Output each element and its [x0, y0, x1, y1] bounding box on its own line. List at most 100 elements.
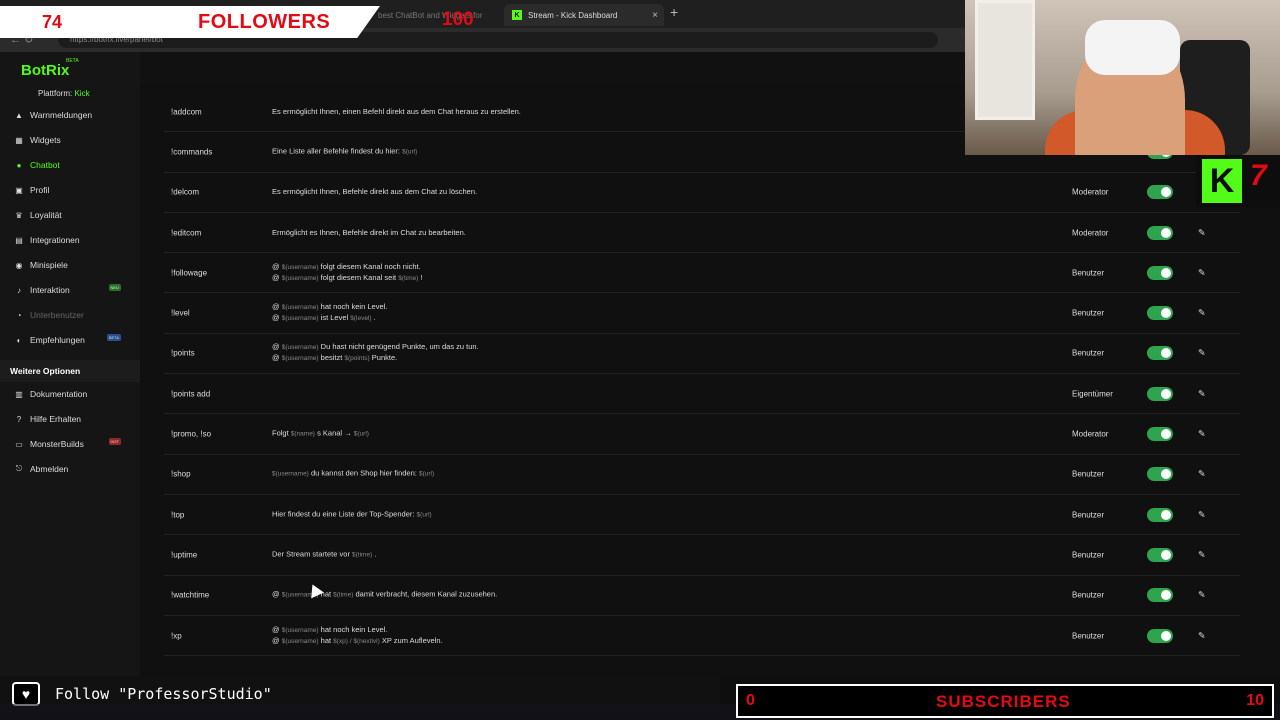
- permission-label[interactable]: Benutzer: [1072, 550, 1104, 559]
- response-text: hat noch kein Level.: [318, 624, 388, 634]
- command-enabled-toggle[interactable]: [1147, 467, 1173, 482]
- subscribers-label: SUBSCRIBERS: [936, 692, 1071, 711]
- response-text: du kannst den Shop hier finden:: [308, 468, 419, 478]
- permission-label[interactable]: Benutzer: [1072, 510, 1104, 519]
- sidebar-item-loyalit-t[interactable]: ♛ Loyalität: [14, 206, 129, 224]
- tab-title: Stream - Kick Dashboard: [528, 10, 618, 20]
- monitor-icon: ▭: [15, 439, 23, 449]
- command-enabled-toggle[interactable]: [1147, 185, 1173, 200]
- command-enabled-toggle[interactable]: [1147, 588, 1173, 603]
- sidebar-item-unterbenutzer[interactable]: ◔ Unterbenutzer: [14, 306, 129, 324]
- command-name: !delcom: [171, 187, 200, 197]
- command-enabled-toggle[interactable]: [1147, 547, 1173, 562]
- kick-overlay-number: 7: [1250, 159, 1267, 192]
- permission-label[interactable]: Benutzer: [1072, 631, 1104, 640]
- command-enabled-toggle[interactable]: [1147, 265, 1173, 280]
- command-response: $(username) du kannst den Shop hier find…: [272, 469, 434, 480]
- followers-goal: 100: [442, 9, 474, 30]
- response-line: Eine Liste aller Befehle findest du hier…: [272, 146, 417, 157]
- sidebar: BotRix BETA Plattform: Kick ▲ Warnmeldung…: [0, 52, 140, 676]
- permission-label[interactable]: Moderator: [1072, 430, 1108, 439]
- sidebar-item-label: Hilfe Erhalten: [30, 414, 82, 424]
- permission-label[interactable]: Moderator: [1072, 188, 1108, 197]
- sidebar-item-chatbot[interactable]: ● Chatbot: [14, 156, 129, 174]
- permission-label[interactable]: Eigentümer: [1072, 389, 1113, 398]
- sidebar-item-hilfe-erhalten[interactable]: ? Hilfe Erhalten: [14, 410, 129, 428]
- response-line: @ $(username) hat $(time) damit verbrach…: [272, 590, 497, 601]
- permission-label[interactable]: Benutzer: [1072, 470, 1104, 479]
- sidebar-item-abmelden[interactable]: ⎋ Abmelden: [14, 460, 129, 478]
- edit-icon[interactable]: ✎: [1198, 549, 1206, 560]
- response-variable: $(username): [281, 344, 319, 352]
- section-title: Weitere Optionen: [0, 360, 140, 382]
- table-row: !followage @ $(username) folgt diesem Kan…: [164, 253, 1240, 294]
- botrix-logo[interactable]: BotRix: [21, 62, 69, 79]
- permission-label[interactable]: Benutzer: [1072, 591, 1104, 600]
- sidebar-item-label: MonsterBuilds: [30, 439, 84, 449]
- command-enabled-toggle[interactable]: [1147, 628, 1173, 643]
- browser-tab-active[interactable]: K Stream - Kick Dashboard ×: [504, 4, 664, 26]
- browser-tab[interactable]: best ChatBot and Widgets for: [370, 4, 500, 26]
- response-text: @: [272, 272, 282, 282]
- response-variable: $(points): [344, 355, 370, 363]
- command-enabled-toggle[interactable]: [1147, 427, 1173, 442]
- permission-label[interactable]: Benutzer: [1072, 349, 1104, 358]
- response-text: @: [272, 261, 282, 271]
- sidebar-item-dokumentation[interactable]: ▥ Dokumentation: [14, 385, 129, 403]
- response-variable: $(url): [402, 148, 418, 156]
- response-variable: $(time): [333, 591, 354, 599]
- edit-icon[interactable]: ✎: [1198, 267, 1206, 278]
- command-enabled-toggle[interactable]: [1147, 386, 1173, 401]
- screen: best ChatBot and Widgets for K Stream - …: [0, 0, 1280, 720]
- response-variable: $(username): [281, 274, 319, 282]
- new-tab-button[interactable]: +: [670, 4, 678, 20]
- table-row: !level @ $(username) hat noch kein Level.…: [164, 293, 1240, 334]
- sidebar-item-profil[interactable]: ▣ Profil: [14, 181, 129, 199]
- heart-icon: ♥: [12, 682, 40, 706]
- edit-icon[interactable]: ✎: [1198, 509, 1206, 520]
- sidebar-item-label: Minispiele: [30, 260, 68, 270]
- permission-label[interactable]: Benutzer: [1072, 309, 1104, 318]
- response-text: Der Stream startete vor: [272, 549, 353, 559]
- chat-icon: ●: [16, 160, 22, 170]
- command-name: !xp: [171, 631, 182, 640]
- sidebar-item-minispiele[interactable]: ◉ Minispiele: [14, 256, 129, 274]
- permission-label[interactable]: Moderator: [1072, 228, 1108, 237]
- response-text: ist Level: [318, 313, 351, 323]
- command-enabled-toggle[interactable]: [1147, 346, 1173, 361]
- response-line: Hier findest du eine Liste der Top-Spend…: [272, 509, 432, 520]
- edit-icon[interactable]: ✎: [1198, 348, 1206, 359]
- sidebar-item-label: Widgets: [30, 135, 61, 145]
- sidebar-item-monsterbuilds[interactable]: ▭ MonsterBuilds HOT: [14, 435, 129, 453]
- edit-icon[interactable]: ✎: [1198, 630, 1206, 641]
- sidebar-item-label: Chatbot: [30, 160, 60, 170]
- close-tab-icon[interactable]: ×: [652, 10, 658, 21]
- sidebar-item-interaktion[interactable]: ♪ Interaktion NEU: [14, 281, 129, 299]
- response-variable: $(username): [281, 315, 319, 323]
- edit-icon[interactable]: ✎: [1198, 227, 1206, 238]
- sidebar-item-warnmeldungen[interactable]: ▲ Warnmeldungen: [14, 106, 129, 124]
- command-name: !top: [171, 510, 185, 520]
- edit-icon[interactable]: ✎: [1198, 308, 1206, 319]
- edit-icon[interactable]: ✎: [1198, 590, 1206, 601]
- command-enabled-toggle[interactable]: [1147, 306, 1173, 321]
- command-table: !addcom Es ermöglicht Ihnen, einen Befehl…: [164, 92, 1240, 657]
- command-enabled-toggle[interactable]: [1147, 225, 1173, 240]
- response-text: !: [418, 272, 423, 282]
- response-variable: $(username): [281, 626, 319, 634]
- command-enabled-toggle[interactable]: [1147, 507, 1173, 522]
- sidebar-item-widgets[interactable]: ▦ Widgets: [14, 131, 129, 149]
- edit-icon[interactable]: ✎: [1198, 429, 1206, 440]
- edit-icon[interactable]: ✎: [1198, 388, 1206, 399]
- response-text: Ermöglicht es Ihnen, Befehle direkt im C…: [272, 227, 466, 237]
- permission-label[interactable]: Benutzer: [1072, 268, 1104, 277]
- sidebar-item-empfehlungen[interactable]: ◐ Empfehlungen BETA: [14, 331, 129, 349]
- bell-icon: ▲: [15, 110, 23, 120]
- table-row: !top Hier findest du eine Liste der Top-S…: [164, 495, 1240, 536]
- game-icon: ◉: [15, 260, 23, 270]
- edit-icon[interactable]: ✎: [1198, 469, 1206, 480]
- sidebar-item-label: Empfehlungen: [30, 335, 85, 345]
- response-variable: $(level): [350, 315, 372, 323]
- response-line: Folgt $(name) s Kanal → $(url): [272, 429, 369, 440]
- sidebar-item-integrationen[interactable]: ▤ Integrationen: [14, 231, 129, 249]
